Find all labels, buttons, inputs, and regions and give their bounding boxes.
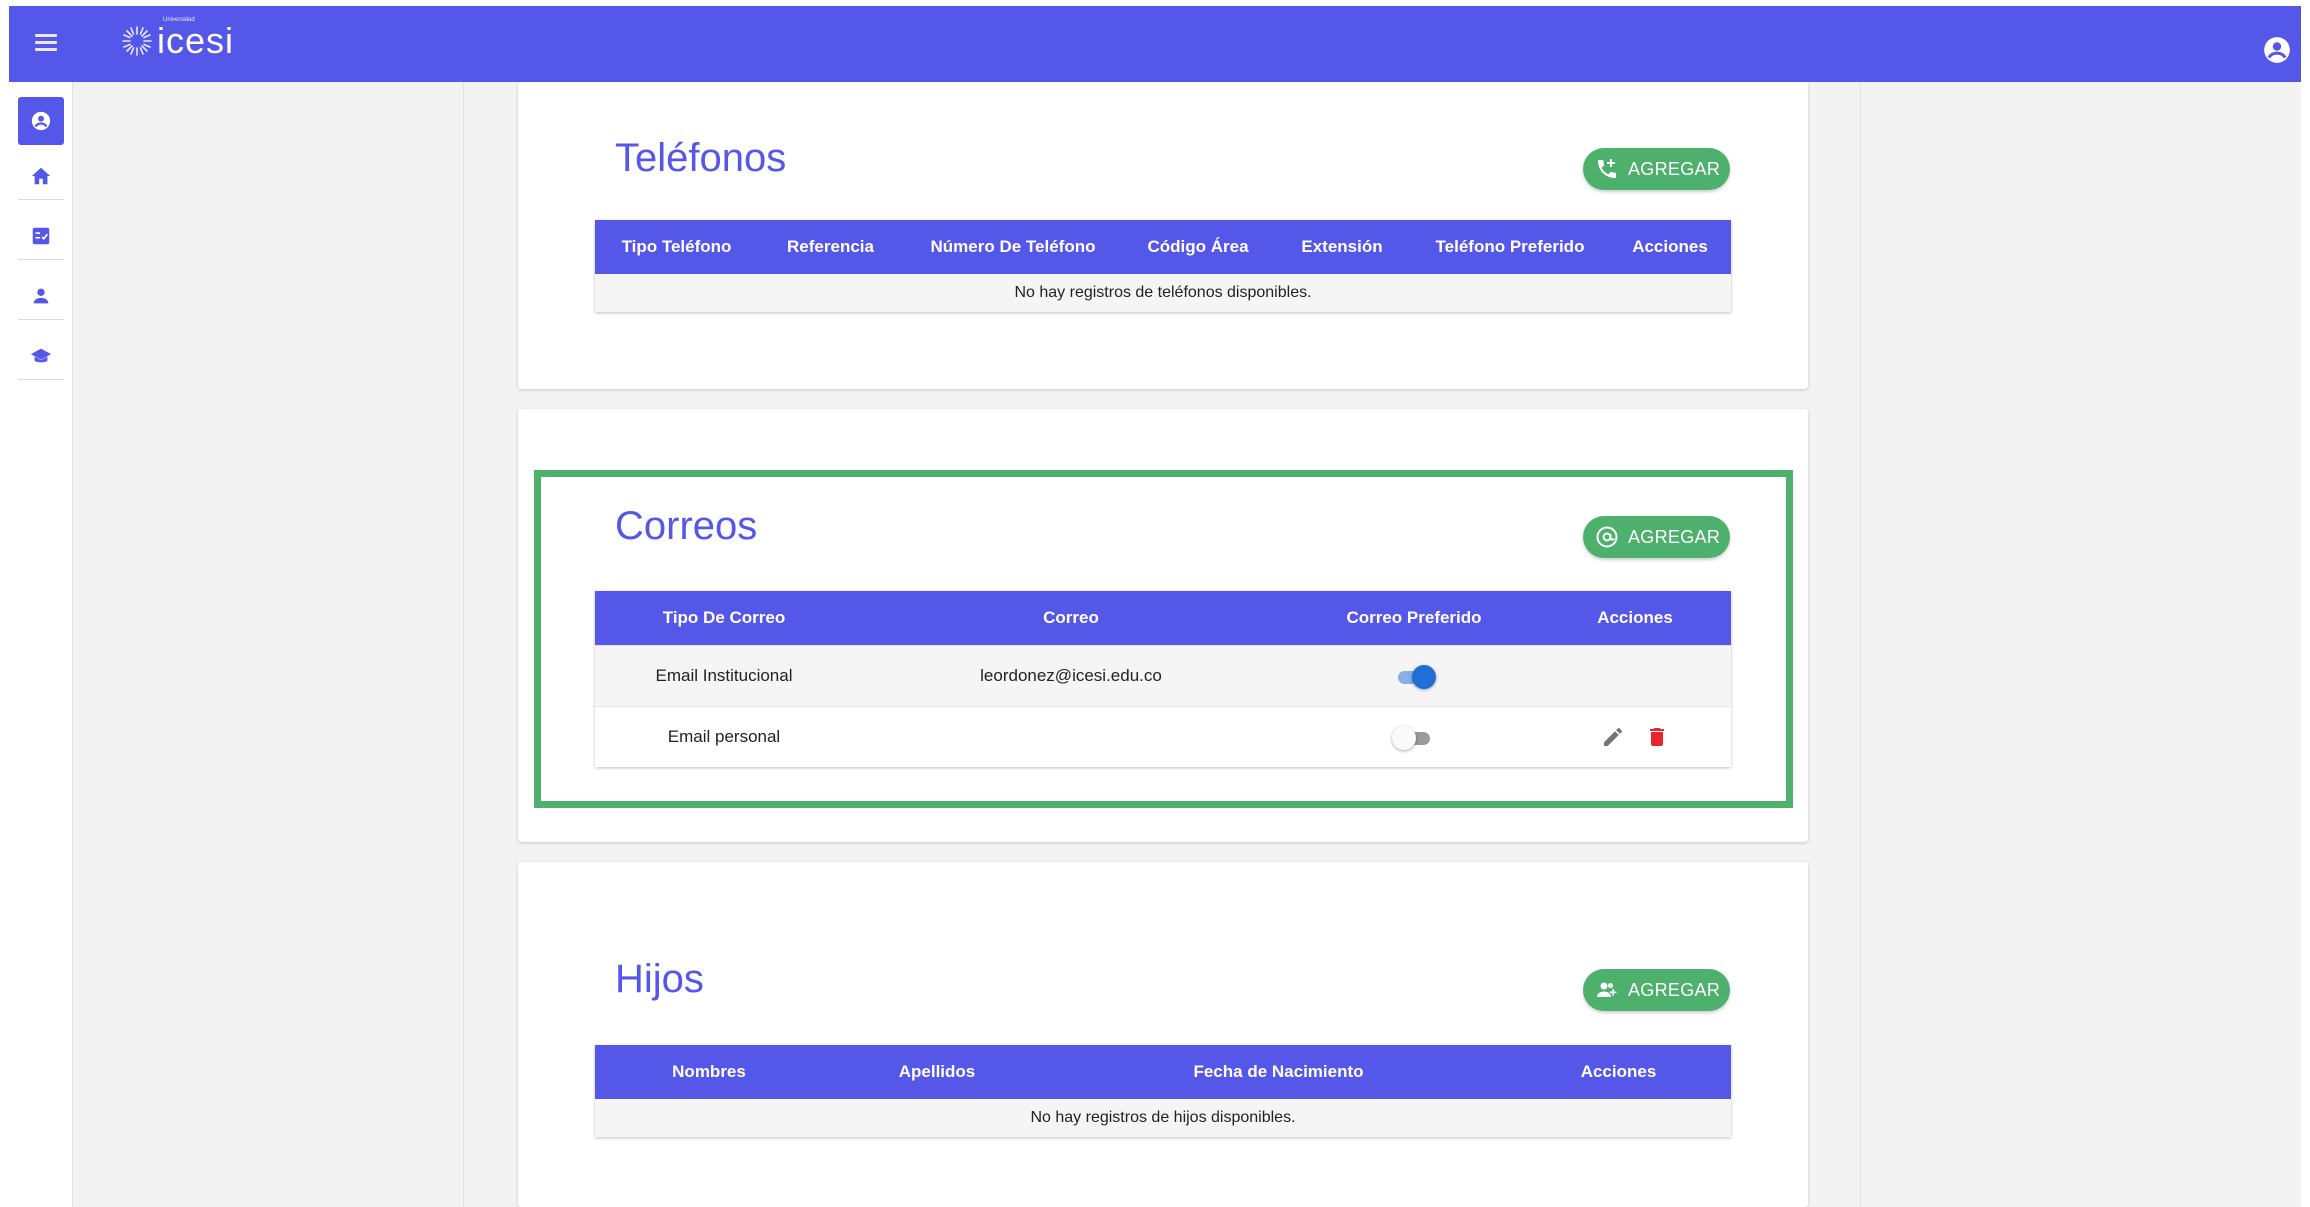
checklist-icon [32, 227, 50, 244]
add-user-icon [1597, 982, 1617, 997]
logo-text: icesi [157, 20, 235, 61]
add-phone-icon [1598, 159, 1616, 178]
column-header: Correo Preferido [1346, 608, 1482, 627]
hijos-table: Nombres Apellidos Fecha de Nacimiento Ac… [595, 1045, 1731, 1137]
person-icon [33, 288, 49, 303]
column-header: Teléfono Preferido [1435, 237, 1585, 256]
at-sign-icon [1596, 526, 1618, 548]
column-header: Tipo De Correo [662, 608, 786, 627]
column-header: Referencia [787, 237, 874, 256]
graduation-cap-icon [30, 348, 52, 362]
right-gutter [1860, 82, 2301, 1207]
telefonos-table-header: Tipo Teléfono Referencia Número De Teléf… [595, 220, 1731, 274]
correos-card: Correos AGREGAR Tipo De Correo Correo Co… [518, 409, 1808, 842]
left-gutter [73, 82, 463, 1207]
email-type-cell: Email personal [667, 727, 781, 746]
preferred-email-toggle[interactable] [1392, 662, 1436, 690]
menu-icon[interactable] [35, 34, 57, 52]
column-header: Acciones [1597, 608, 1673, 627]
add-child-label: AGREGAR [1628, 979, 1721, 1000]
icesi-logo[interactable]: Universidad icesi [119, 17, 235, 61]
column-header: Tipo Teléfono [621, 237, 732, 256]
sidebar-item-home[interactable] [18, 152, 64, 200]
correos-table-header: Tipo De Correo Correo Correo Preferido A… [595, 591, 1731, 645]
hijos-card: Hijos AGREGAR Nombres Apellidos Fecha de… [518, 862, 1808, 1207]
add-phone-label: AGREGAR [1628, 158, 1721, 179]
column-header: Extensión [1301, 237, 1383, 256]
column-header: Acciones [1632, 237, 1708, 256]
hijos-title: Hijos [615, 957, 704, 1001]
edit-pencil-icon[interactable] [1601, 725, 1625, 749]
telefonos-title: Teléfonos [615, 136, 787, 180]
add-email-label: AGREGAR [1628, 526, 1721, 547]
sidebar-item-profile[interactable] [18, 97, 64, 145]
table-row: Email personal [595, 706, 1731, 767]
add-child-button[interactable]: AGREGAR [1583, 969, 1730, 1011]
column-header: Nombres [672, 1062, 746, 1081]
column-header: Número De Teléfono [930, 237, 1096, 256]
column-header: Código Área [1147, 237, 1249, 256]
column-header: Fecha de Nacimiento [1193, 1062, 1364, 1081]
sidebar-item-tasks[interactable] [18, 212, 64, 260]
preferred-email-toggle[interactable] [1392, 723, 1436, 751]
account-circle-icon[interactable] [2263, 36, 2291, 64]
telefonos-card: Teléfonos AGREGAR Tipo Teléfono Referenc… [518, 82, 1808, 389]
add-phone-button[interactable]: AGREGAR [1583, 148, 1730, 190]
table-row: Email Institucional leordonez@icesi.edu.… [595, 645, 1731, 706]
add-email-button[interactable]: AGREGAR [1583, 516, 1730, 558]
telefonos-table: Tipo Teléfono Referencia Número De Teléf… [595, 220, 1731, 312]
telefonos-empty-message: No hay registros de teléfonos disponible… [595, 274, 1731, 312]
preferred-cell [1289, 662, 1539, 690]
logo-small-text: Universidad [163, 17, 195, 23]
home-icon [31, 167, 51, 184]
sidebar [9, 82, 73, 1207]
delete-trash-icon[interactable] [1645, 725, 1669, 749]
email-type-cell: Email Institucional [655, 666, 793, 685]
top-app-bar: Universidad icesi [9, 6, 2301, 82]
column-header: Apellidos [898, 1062, 976, 1081]
sidebar-item-person[interactable] [18, 272, 64, 320]
email-address-cell: leordonez@icesi.edu.co [980, 666, 1162, 685]
sun-logo-icon [122, 26, 152, 56]
column-header: Correo [1043, 608, 1099, 627]
hijos-empty-message: No hay registros de hijos disponibles. [595, 1099, 1731, 1137]
hijos-table-header: Nombres Apellidos Fecha de Nacimiento Ac… [595, 1045, 1731, 1099]
actions-cell [1539, 725, 1731, 749]
account-circle-icon [31, 111, 51, 131]
correos-table: Tipo De Correo Correo Correo Preferido A… [595, 591, 1731, 767]
preferred-cell [1289, 723, 1539, 751]
correos-title: Correos [615, 504, 758, 548]
column-header: Acciones [1580, 1062, 1657, 1081]
sidebar-item-academic[interactable] [18, 332, 64, 380]
